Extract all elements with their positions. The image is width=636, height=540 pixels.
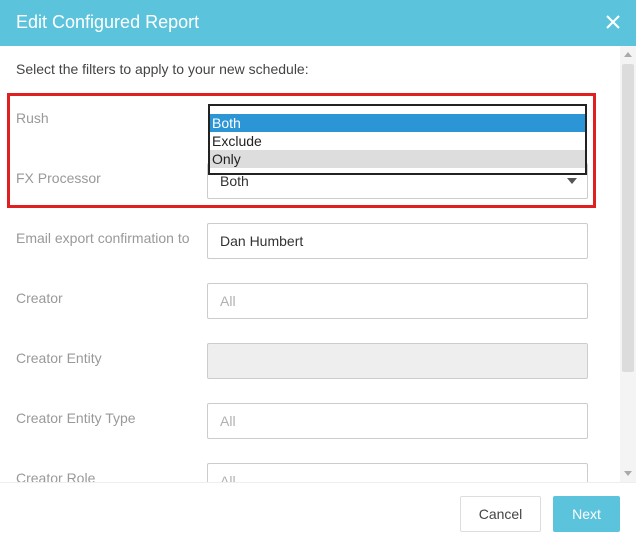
creator-entity-label: Creator Entity [16, 350, 102, 366]
rush-option-exclude[interactable]: Exclude [210, 132, 585, 150]
close-icon [606, 15, 620, 29]
close-button[interactable] [600, 9, 626, 35]
rush-option-both[interactable]: Both [210, 114, 585, 132]
creator-role-label: Creator Role [16, 470, 96, 482]
next-button[interactable]: Next [553, 496, 620, 532]
rush-dropdown-list[interactable]: Both Exclude Only [208, 104, 587, 175]
dialog-header: Edit Configured Report [0, 0, 636, 46]
creator-label: Creator [16, 290, 63, 306]
creator-entity-type-placeholder: All [220, 413, 236, 429]
cancel-button[interactable]: Cancel [460, 496, 541, 532]
dialog-body: Select the filters to apply to your new … [0, 46, 636, 482]
vertical-scrollbar[interactable] [620, 46, 636, 482]
creator-entity-type-input[interactable]: All [207, 403, 588, 439]
intro-text: Select the filters to apply to your new … [16, 61, 309, 77]
scroll-up-icon[interactable] [624, 52, 632, 57]
email-confirmation-value: Dan Humbert [220, 233, 304, 249]
scroll-down-icon[interactable] [624, 471, 632, 476]
creator-role-input[interactable]: All [207, 463, 588, 482]
dialog-footer: Cancel Next [0, 482, 636, 540]
email-confirmation-label: Email export confirmation to [16, 230, 190, 246]
creator-entity-type-label: Creator Entity Type [16, 410, 136, 426]
creator-role-placeholder: All [220, 473, 236, 482]
dialog-title: Edit Configured Report [16, 12, 200, 32]
creator-entity-input [207, 343, 588, 379]
creator-input[interactable]: All [207, 283, 588, 319]
creator-placeholder: All [220, 293, 236, 309]
scroll-thumb[interactable] [622, 64, 634, 372]
rush-option-only[interactable]: Only [210, 150, 585, 168]
email-confirmation-input[interactable]: Dan Humbert [207, 223, 588, 259]
